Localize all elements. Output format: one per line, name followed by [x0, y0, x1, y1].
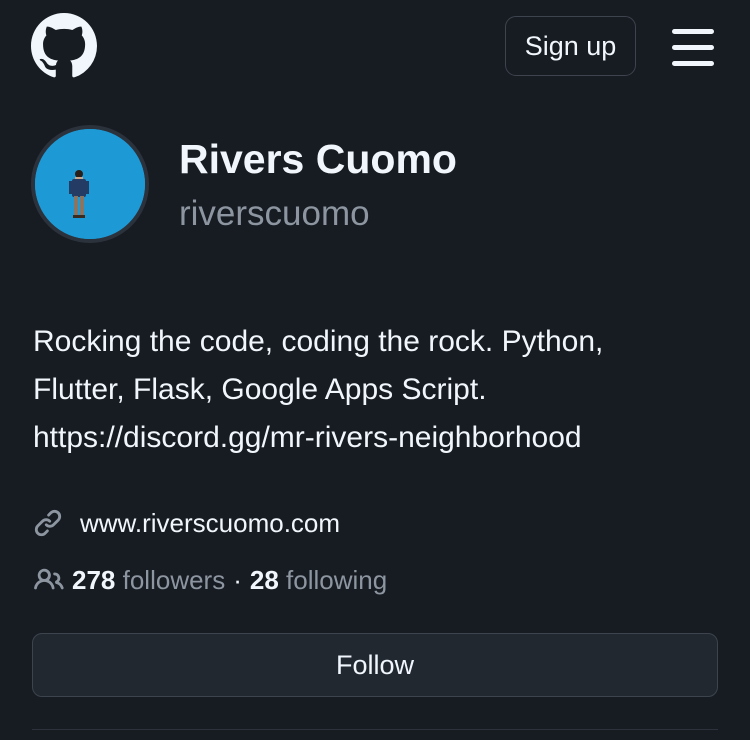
sign-up-button[interactable]: Sign up: [505, 16, 636, 76]
header: Sign up: [0, 0, 750, 95]
github-logo-icon[interactable]: [31, 13, 97, 79]
link-icon: [34, 509, 62, 537]
following-link[interactable]: 28 following: [250, 565, 387, 596]
hamburger-menu-icon[interactable]: [670, 26, 716, 68]
avatar-photo: [35, 129, 145, 239]
profile-social-counts: 278 followers · 28 following: [33, 560, 387, 600]
following-label: following: [286, 564, 388, 595]
bio-line: Rocking the code, coding the rock. Pytho…: [33, 325, 604, 358]
profile-username: riverscuomo: [179, 194, 370, 233]
website-link[interactable]: www.riverscuomo.com: [80, 508, 340, 539]
profile-full-name: Rivers Cuomo: [179, 136, 457, 182]
follow-button[interactable]: Follow: [32, 633, 718, 697]
profile-bio: Rocking the code, coding the rock. Pytho…: [33, 318, 723, 462]
separator-dot: ·: [233, 564, 242, 595]
profile-website: www.riverscuomo.com: [33, 503, 340, 543]
followers-count: 278: [72, 564, 116, 595]
following-count: 28: [249, 564, 279, 595]
bio-link[interactable]: https://discord.gg/mr-rivers-neighborhoo…: [33, 414, 723, 462]
people-icon: [34, 568, 64, 590]
avatar[interactable]: [31, 125, 149, 243]
followers-link[interactable]: 278 followers: [72, 565, 225, 596]
followers-label: followers: [122, 564, 226, 595]
bio-line: Flutter, Flask, Google Apps Script.: [33, 373, 487, 406]
divider: [32, 729, 718, 730]
